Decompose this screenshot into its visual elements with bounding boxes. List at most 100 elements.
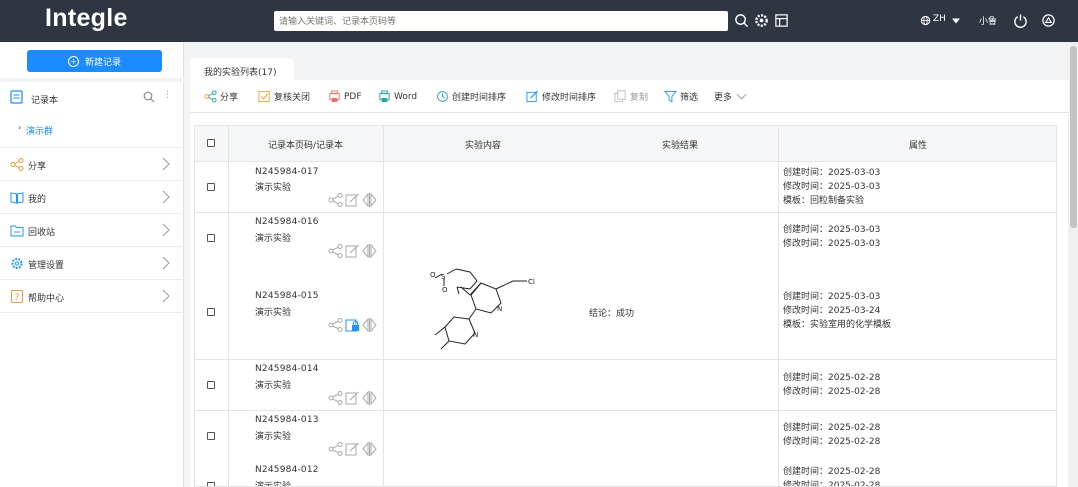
share-icon[interactable] [328,193,343,207]
chevron-right-icon [162,190,170,204]
power-icon[interactable] [1013,13,1028,28]
sidebar-item-recycle-bin[interactable]: 回收站 [0,214,184,247]
copy-icon [614,90,626,103]
pdf-button[interactable]: PDF [328,90,362,103]
row-checkbox[interactable] [207,432,215,440]
language-selector[interactable]: ZH [933,14,946,24]
edit-icon[interactable] [345,193,360,207]
share-label: 分享 [220,93,239,103]
sidebar-item-help[interactable]: ? 帮助中心 [0,280,184,313]
edit-icon[interactable] [345,442,360,456]
notebook-header[interactable]: 记录本 ⋮ [0,84,184,112]
sidebar-group-demo[interactable]: › 演示群 [0,120,184,140]
select-all-checkbox[interactable] [207,139,215,147]
review-close-button[interactable]: 复核关闭 [258,90,310,103]
app-logo[interactable]: Integle [45,4,128,33]
share-icon[interactable] [328,442,343,456]
copy-label: 复制 [630,93,649,103]
sidebar-item-share[interactable]: 分享 [0,148,184,181]
sort-modify-label: 修改时间排序 [542,93,597,103]
edit-icon[interactable] [345,391,360,405]
gear-icon[interactable] [754,13,769,28]
folder-icon [10,225,24,237]
group-label: 演示群 [26,127,54,137]
page-scrollbar-thumb[interactable] [1070,46,1077,228]
user-name[interactable]: 小鲁 [979,14,997,27]
sort-by-modify-time-button[interactable]: 修改时间排序 [526,90,596,103]
row-actions [328,442,377,456]
table-header: 记录本页码/记录本 实验内容 实验结果 属性 [195,126,1056,162]
row-checkbox[interactable] [207,381,215,389]
sort-by-create-time-button[interactable]: 创建时间排序 [436,90,506,103]
sidebar-item-label: 回收站 [28,228,56,238]
more-button[interactable]: 更多 [714,90,748,103]
sidebar-item-label: 分享 [28,162,47,172]
new-record-label: 新建记录 [84,57,121,68]
chevron-right-icon [162,223,170,237]
create-time: 创建时间：2025-02-28 [783,373,881,383]
create-time: 创建时间：2025-03-03 [783,225,881,235]
record-page-id[interactable]: N245984-012 [255,465,319,475]
record-notebook-name: 演示实验 [255,308,292,318]
record-attributes: 创建时间：2025-02-28 修改时间：2025-02-28 [783,421,880,449]
row-checkbox[interactable] [207,482,215,486]
more-label: 更多 [714,93,733,103]
tab-my-experiments[interactable]: 我的实验列表(17) [190,58,294,80]
share-icon[interactable] [328,318,343,332]
lock-icon[interactable] [345,318,360,332]
edit-icon[interactable] [345,244,360,258]
share-icon [204,90,217,103]
chemical-structure[interactable]: O S O N N Cl [421,259,551,359]
chevron-right-icon [162,256,170,270]
share-icon[interactable] [328,391,343,405]
row-checkbox[interactable] [207,183,215,191]
record-notebook-name: 演示实验 [255,432,292,442]
share-icon[interactable] [328,244,343,258]
share-button[interactable]: 分享 [204,90,238,103]
chevron-down-icon[interactable] [951,13,961,28]
record-page-id[interactable]: N245984-016 [255,217,319,227]
create-time: 创建时间：2025-02-28 [783,423,881,433]
compare-icon[interactable] [362,442,377,456]
record-page-id[interactable]: N245984-014 [255,364,319,374]
template-name: 模板：回粒制备实验 [783,196,865,206]
gear-icon [11,258,23,269]
toolbar: 分享 复核关闭 PDF Word 创建时间排序 修改时间排序 复制 筛选 更多 [190,80,1078,113]
sidebar-item-label: 我的 [28,195,47,205]
filter-button[interactable]: 筛选 [664,90,698,103]
template-name: 模板：实验室用的化学模板 [783,320,892,330]
sidebar-divider [0,78,184,82]
search-input[interactable] [274,11,728,31]
alert-icon[interactable] [1041,13,1056,28]
record-attributes: 创建时间：2025-03-03 修改时间：2025-03-03 模板：回粒制备实… [783,166,880,208]
atom-label: Cl [528,278,535,286]
compare-icon[interactable] [362,193,377,207]
pdf-icon [329,90,340,103]
copy-button[interactable]: 复制 [614,90,648,103]
share-icon [10,158,24,171]
row-checkbox[interactable] [207,308,215,316]
sidebar-item-label: 管理设置 [28,261,65,271]
sidebar-item-mine[interactable]: 我的 [0,181,184,214]
compare-icon[interactable] [362,318,377,332]
word-label: Word [394,91,418,102]
new-record-button[interactable]: + 新建记录 [27,50,162,72]
record-page-id[interactable]: N245984-017 [255,167,319,177]
experiment-table: 记录本页码/记录本 实验内容 实验结果 属性 N245984-017 演示实验 … [194,125,1057,487]
sidebar-item-settings[interactable]: 管理设置 [0,247,184,280]
modify-time: 修改时间：2025-03-24 [783,306,881,316]
search-icon[interactable] [143,91,155,103]
record-page-id[interactable]: N245984-013 [255,415,319,425]
more-vertical-icon[interactable]: ⋮ [163,90,172,100]
word-button[interactable]: Word [378,90,417,103]
compare-icon[interactable] [362,391,377,405]
record-page-id[interactable]: N245984-015 [255,291,319,301]
atom-label: N [497,305,502,313]
search-icon[interactable] [734,13,749,28]
book-icon [10,192,24,204]
compare-icon[interactable] [362,244,377,258]
row-checkbox[interactable] [207,234,215,242]
app-switch-icon[interactable] [774,13,789,28]
experiment-result: 结论：成功 [589,309,635,319]
row-actions [328,193,377,207]
